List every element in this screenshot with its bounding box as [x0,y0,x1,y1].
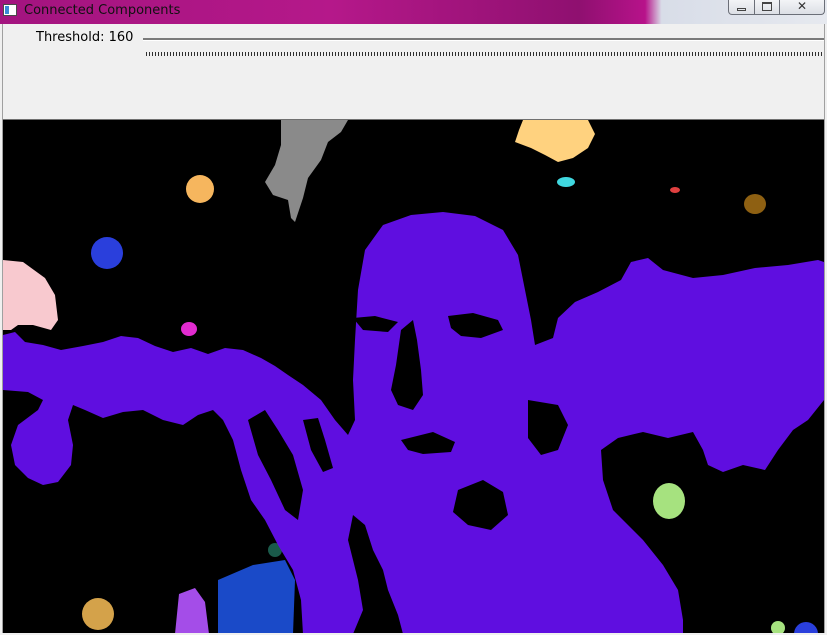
window-title: Connected Components [24,3,181,18]
caption-buttons: ✕ [728,0,825,15]
slider-tick-marks [146,52,822,56]
close-icon: ✕ [796,0,808,13]
component-blob [557,177,575,187]
title-bar[interactable]: Connected Components ✕ [0,0,827,24]
threshold-label: Threshold: 160 [36,30,134,45]
component-blob [181,322,197,336]
client-area: Threshold: 160 [2,24,825,633]
components-canvas [3,120,824,633]
minimize-button[interactable] [728,0,755,15]
component-blob [91,237,123,269]
threshold-slider[interactable] [143,38,824,41]
component-blob [186,175,214,203]
close-button[interactable]: ✕ [780,0,825,15]
trackbar-panel: Threshold: 160 [3,24,824,119]
maximize-button[interactable] [755,0,780,15]
app-window: Connected Components ✕ Threshold: 160 [0,0,827,635]
component-blob [744,194,766,214]
component-blob [670,187,680,193]
minimize-icon [737,7,746,11]
maximize-icon [762,1,772,11]
components-image [3,119,824,633]
window-app-icon[interactable] [3,4,17,16]
component-blob [653,483,685,519]
component-blob [82,598,114,630]
